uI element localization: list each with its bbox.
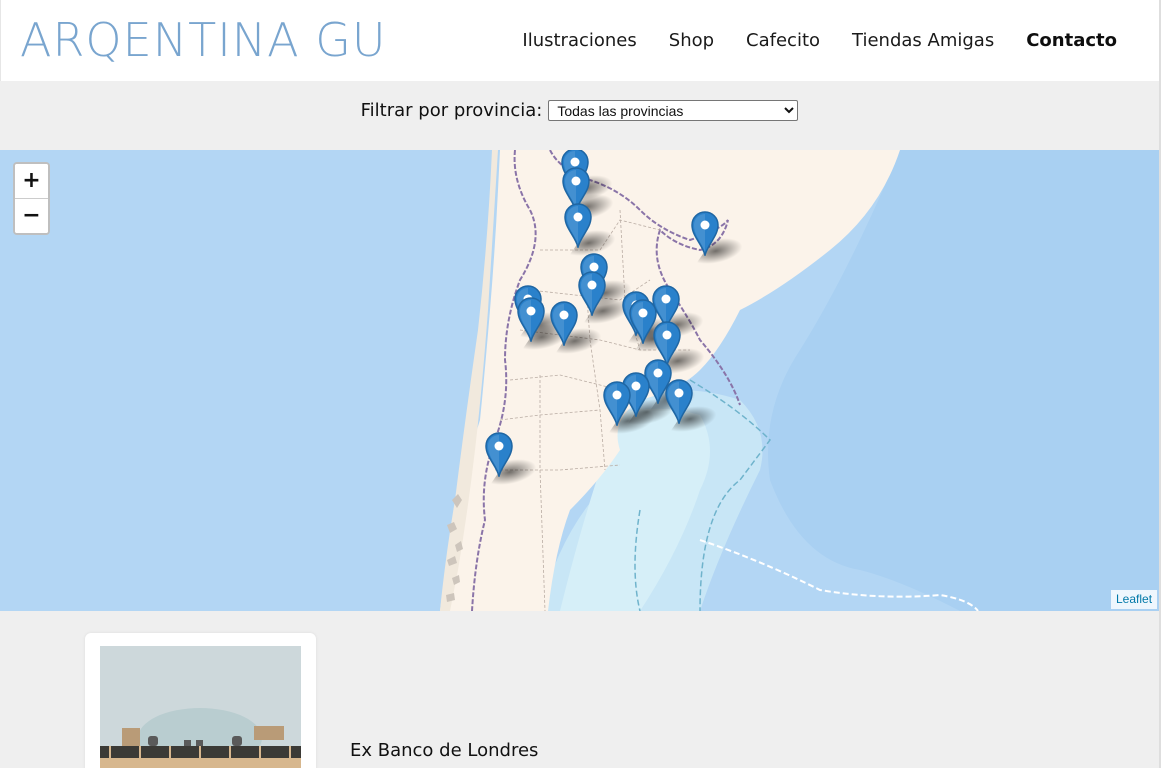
illustration-image xyxy=(100,646,301,768)
zoom-in-button[interactable]: + xyxy=(15,164,48,199)
illustration-thumbnail[interactable] xyxy=(100,646,301,768)
map-attribution-link[interactable]: Leaflet xyxy=(1111,590,1158,609)
site-logo[interactable]: ARQENTINA GU xyxy=(20,12,387,68)
province-select[interactable]: Todas las provincias xyxy=(548,100,799,121)
zoom-control: + − xyxy=(13,162,50,235)
site-header: ARQENTINA GU Ilustraciones Shop Cafecito… xyxy=(0,0,1159,81)
map-marker-icon[interactable] xyxy=(516,296,546,344)
location-card[interactable] xyxy=(85,633,316,768)
map-marker-icon[interactable] xyxy=(664,378,694,426)
nav-item-tiendas-amigas[interactable]: Tiendas Amigas xyxy=(852,28,994,54)
map-marker-icon[interactable] xyxy=(563,202,593,250)
zoom-out-button[interactable]: − xyxy=(15,199,48,233)
province-filter: Filtrar por provincia: Todas las provinc… xyxy=(0,100,1159,121)
nav-item-cafecito[interactable]: Cafecito xyxy=(746,28,820,54)
nav-item-shop[interactable]: Shop xyxy=(669,28,714,54)
filter-label: Filtrar por provincia: xyxy=(360,100,543,121)
map[interactable] xyxy=(0,150,1159,611)
card-title[interactable]: Ex Banco de Londres xyxy=(350,740,538,761)
map-marker-icon[interactable] xyxy=(577,270,607,318)
map-marker-icon[interactable] xyxy=(484,431,514,479)
map-marker-icon[interactable] xyxy=(602,380,632,428)
main-nav: Ilustraciones Shop Cafecito Tiendas Amig… xyxy=(522,28,1117,54)
map-marker-icon[interactable] xyxy=(690,210,720,258)
nav-item-ilustraciones[interactable]: Ilustraciones xyxy=(522,28,636,54)
map-marker-icon[interactable] xyxy=(549,300,579,348)
nav-item-contacto[interactable]: Contacto xyxy=(1026,28,1117,54)
